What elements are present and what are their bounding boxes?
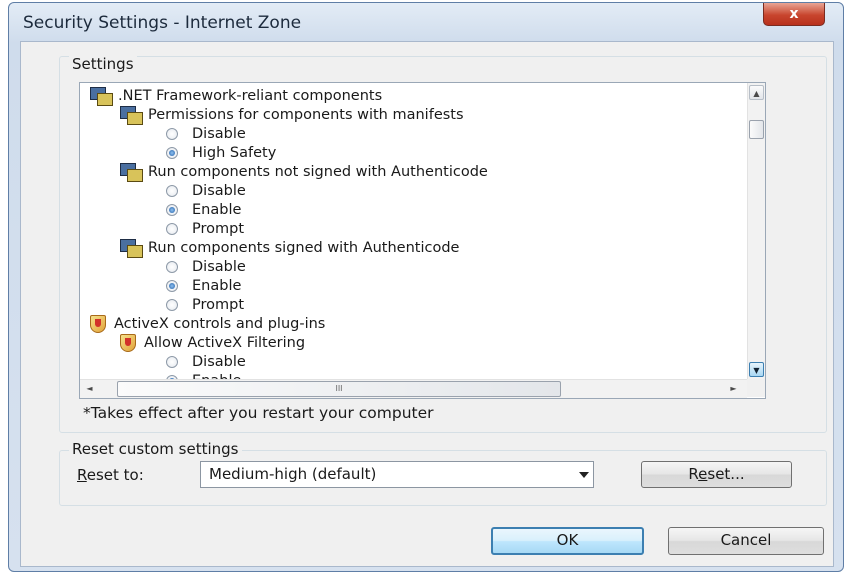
scrollbar-corner bbox=[747, 379, 765, 397]
tree-item-label: Run components signed with Authenticode bbox=[148, 239, 460, 256]
cancel-button[interactable]: Cancel bbox=[668, 527, 824, 555]
setting-category: Run components not signed with Authentic… bbox=[120, 162, 488, 182]
option-row[interactable]: Disable bbox=[166, 352, 246, 371]
reset-button[interactable]: Reset... bbox=[641, 461, 792, 488]
tree-item-label: ActiveX controls and plug-ins bbox=[114, 315, 326, 332]
settings-group-label: Settings bbox=[69, 55, 137, 73]
reset-level-dropdown[interactable]: Medium-high (default) bbox=[200, 461, 594, 488]
scroll-up-button[interactable]: ▲ bbox=[749, 85, 764, 100]
settings-icon bbox=[90, 86, 113, 106]
scroll-left-button[interactable]: ◄ bbox=[82, 381, 97, 396]
reset-to-label: Reset to: bbox=[77, 466, 144, 484]
shield-icon bbox=[120, 333, 136, 352]
tree-item-label: Disable bbox=[192, 258, 246, 275]
settings-icon bbox=[120, 105, 143, 125]
radio-unselected[interactable] bbox=[166, 260, 178, 273]
radio-unselected[interactable] bbox=[166, 184, 178, 197]
tree-item-label: Enable bbox=[192, 201, 242, 218]
radio-unselected[interactable] bbox=[166, 222, 178, 235]
ok-button[interactable]: OK bbox=[491, 527, 644, 555]
tree-item-label: Enable bbox=[192, 277, 242, 294]
radio-unselected[interactable] bbox=[166, 355, 178, 368]
tree-item-label: Prompt bbox=[192, 220, 245, 237]
tree-item-label: Prompt bbox=[192, 296, 245, 313]
vertical-scroll-thumb[interactable] bbox=[749, 120, 764, 139]
title-bar[interactable]: Security Settings - Internet Zone x bbox=[9, 3, 843, 41]
reset-button-post: set... bbox=[707, 465, 745, 483]
tree-item-label: Disable bbox=[192, 125, 246, 142]
option-row[interactable]: Prompt bbox=[166, 219, 244, 238]
scroll-down-button[interactable]: ▼ bbox=[749, 362, 764, 377]
window-title: Security Settings - Internet Zone bbox=[23, 13, 302, 33]
tree-item-label: .NET Framework-reliant components bbox=[118, 87, 383, 104]
settings-tree: .NET Framework-reliant components Permiss… bbox=[79, 82, 766, 399]
settings-icon-front bbox=[127, 111, 143, 125]
reset-button-pre: R bbox=[688, 465, 699, 483]
settings-icon-front bbox=[127, 168, 143, 182]
setting-category: Run components signed with Authenticode bbox=[120, 238, 460, 258]
setting-category: Permissions for components with manifest… bbox=[120, 105, 464, 125]
close-button[interactable]: x bbox=[763, 3, 825, 26]
scroll-right-button[interactable]: ► bbox=[726, 381, 741, 396]
dropdown-arrow-icon[interactable] bbox=[579, 472, 589, 478]
tree-item-label: Disable bbox=[192, 182, 246, 199]
settings-icon-front bbox=[97, 92, 113, 106]
setting-category: ActiveX controls and plug-ins bbox=[90, 314, 325, 333]
tree-item-label: Allow ActiveX Filtering bbox=[144, 334, 306, 351]
option-row[interactable]: High Safety bbox=[166, 143, 276, 162]
dialog-client-area: Settings .NET Framework-reliant componen… bbox=[20, 41, 834, 567]
option-row[interactable]: Enable bbox=[166, 200, 241, 219]
setting-category: Allow ActiveX Filtering bbox=[120, 333, 305, 352]
radio-unselected[interactable] bbox=[166, 127, 178, 140]
restart-note: *Takes effect after you restart your com… bbox=[83, 404, 434, 422]
reset-level-value: Medium-high (default) bbox=[209, 465, 377, 483]
settings-icon bbox=[120, 238, 143, 258]
option-row[interactable]: Enable bbox=[166, 276, 241, 295]
option-row[interactable]: Disable bbox=[166, 257, 246, 276]
option-row[interactable]: Disable bbox=[166, 181, 246, 200]
shield-icon bbox=[90, 314, 106, 333]
reset-to-label-text: eset to: bbox=[86, 466, 144, 484]
radio-selected[interactable] bbox=[166, 146, 178, 159]
horizontal-scroll-thumb[interactable]: III bbox=[117, 381, 561, 397]
security-settings-window: Security Settings - Internet Zone x Sett… bbox=[8, 2, 844, 572]
tree-item-label: Permissions for components with manifest… bbox=[148, 106, 464, 123]
settings-icon-front bbox=[127, 244, 143, 258]
tree-item-label: Run components not signed with Authentic… bbox=[148, 163, 488, 180]
reset-group-label: Reset custom settings bbox=[69, 440, 242, 458]
radio-unselected[interactable] bbox=[166, 298, 178, 311]
radio-selected[interactable] bbox=[166, 279, 178, 292]
radio-selected[interactable] bbox=[166, 203, 178, 216]
tree-item-label: High Safety bbox=[192, 144, 277, 161]
setting-category: .NET Framework-reliant components bbox=[90, 86, 383, 106]
reset-to-mnemonic: R bbox=[77, 466, 87, 484]
tree-item-label: Disable bbox=[192, 353, 246, 370]
option-row[interactable]: Disable bbox=[166, 124, 246, 143]
horizontal-scrollbar[interactable]: ◄ III ► bbox=[80, 379, 747, 398]
vertical-scrollbar[interactable]: ▲ ▼ bbox=[747, 83, 765, 379]
reset-button-mnemonic: e bbox=[698, 465, 708, 483]
option-row[interactable]: Prompt bbox=[166, 295, 244, 314]
settings-icon bbox=[120, 162, 143, 182]
